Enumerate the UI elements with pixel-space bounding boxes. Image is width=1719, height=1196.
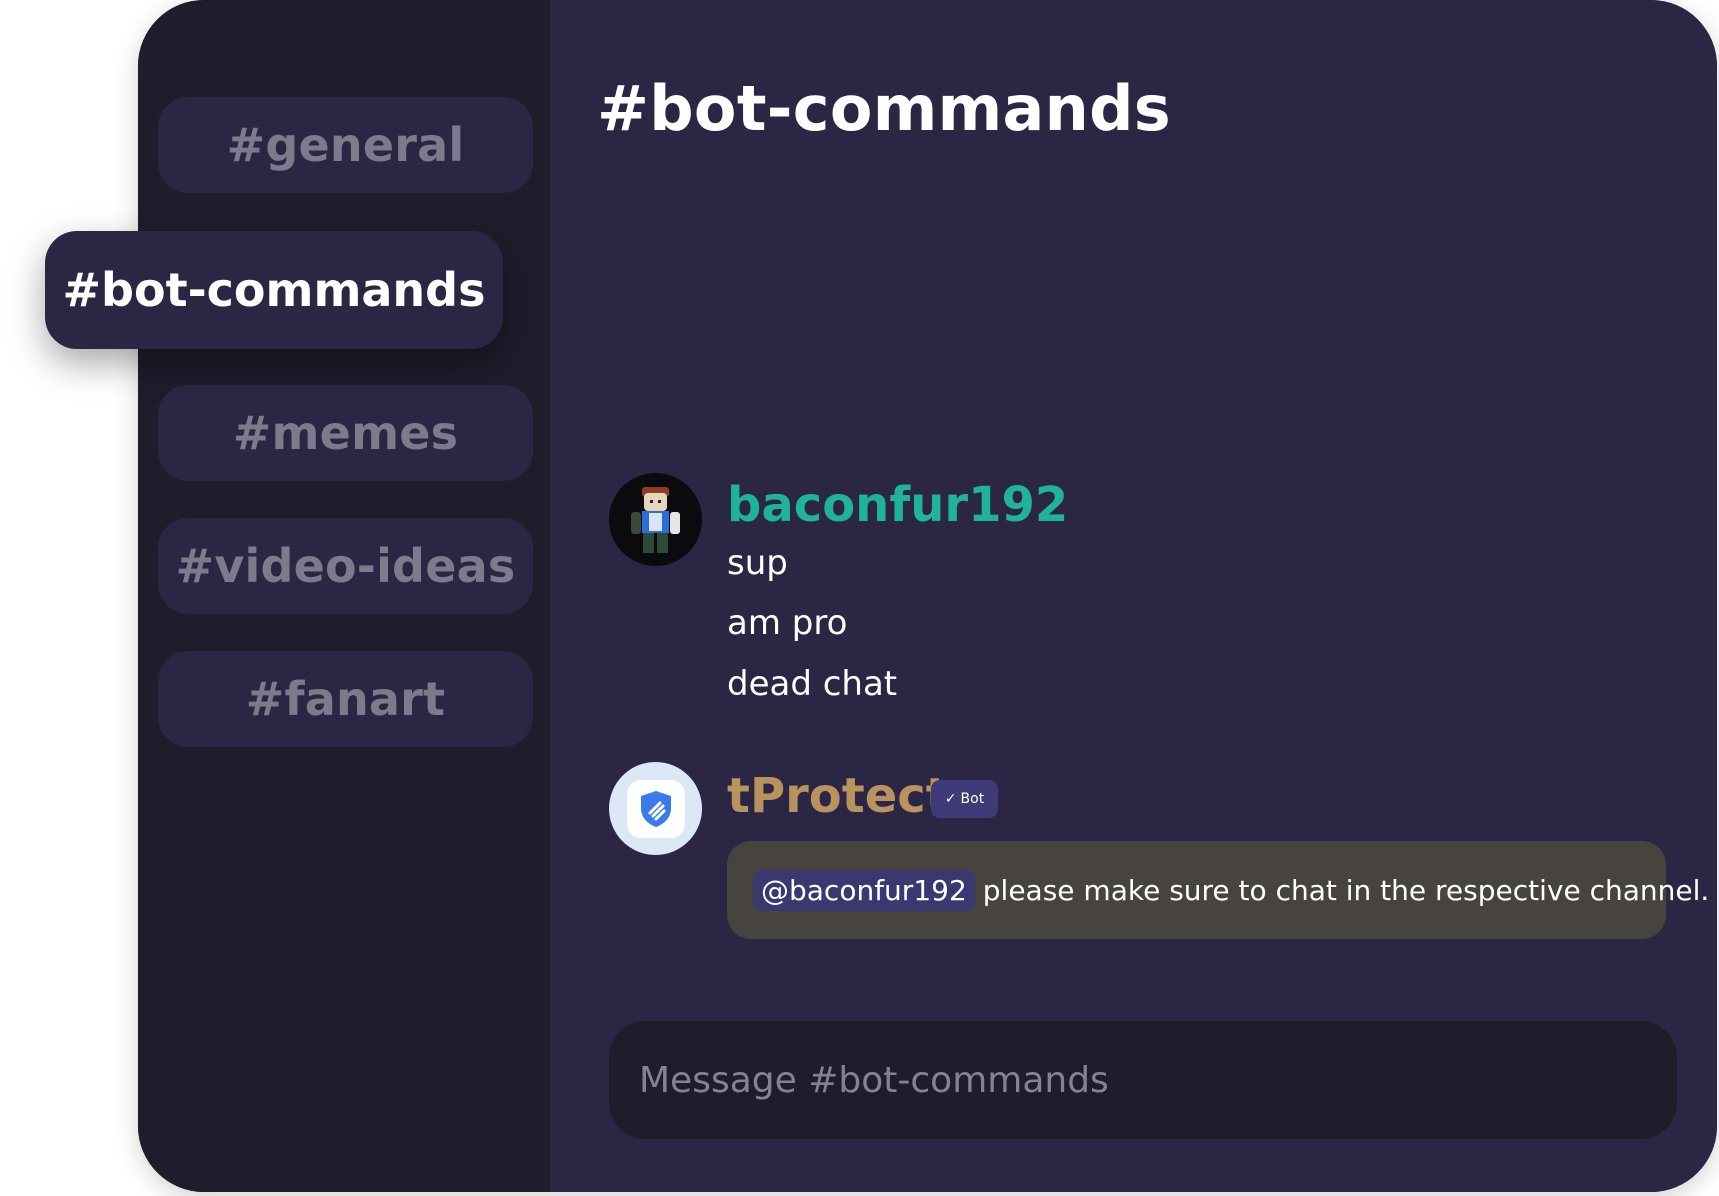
avatar[interactable]: [609, 473, 702, 566]
app-window: #general #memes #video-ideas #fanart: [138, 0, 1717, 1192]
message-author-baconfur192[interactable]: baconfur192: [727, 477, 1068, 533]
channel-fanart[interactable]: #fanart: [158, 651, 533, 747]
bot-badge-label: Bot: [960, 791, 985, 807]
channel-video-ideas[interactable]: #video-ideas: [158, 518, 533, 614]
message-text: sup: [727, 543, 788, 583]
checkmark-icon: ✓: [944, 791, 957, 807]
channel-sidebar: #general #memes #video-ideas #fanart: [138, 0, 550, 1192]
message-text: am pro: [727, 603, 848, 643]
bot-avatar-tile: [626, 779, 685, 838]
roblox-character-avatar-icon: [609, 473, 702, 566]
bot-message-text: please make sure to chat in the respecti…: [982, 873, 1710, 907]
message-input[interactable]: [609, 1021, 1677, 1139]
message-author-tprotect[interactable]: tProtect: [727, 768, 949, 824]
message-text: dead chat: [727, 664, 898, 704]
bot-message-bubble: @baconfur192 please make sure to chat in…: [727, 841, 1709, 939]
message-composer[interactable]: [609, 1021, 1677, 1139]
user-mention[interactable]: @baconfur192: [753, 869, 975, 911]
shield-icon: [640, 790, 671, 827]
channel-general[interactable]: #general: [158, 97, 533, 193]
page-title: #bot-commands: [597, 72, 1172, 145]
channel-bot-commands-active[interactable]: #bot-commands: [45, 231, 503, 349]
chat-main-panel: [550, 0, 1717, 1192]
avatar[interactable]: [609, 762, 702, 855]
channel-memes[interactable]: #memes: [158, 385, 533, 481]
bot-badge: ✓ Bot: [931, 780, 998, 818]
